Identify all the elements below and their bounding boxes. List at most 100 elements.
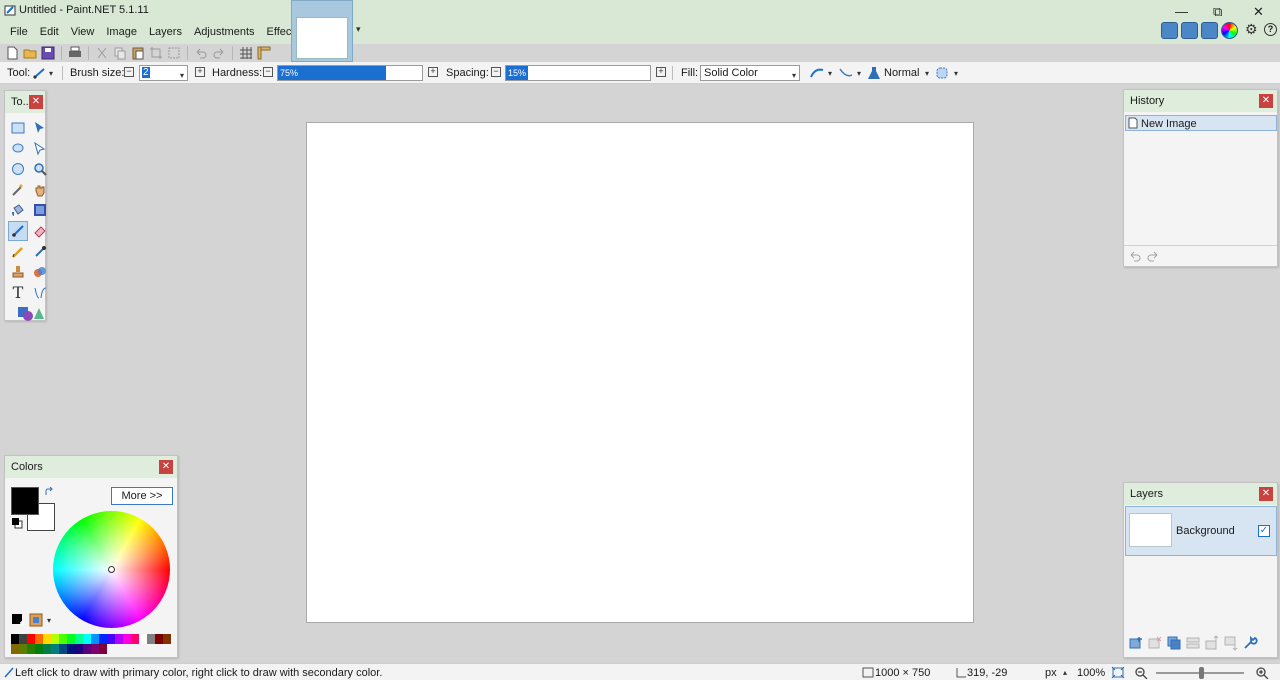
paintbrush-tool-icon[interactable]	[33, 67, 47, 79]
swap-colors-icon[interactable]	[44, 487, 54, 497]
magic-wand-tool-icon[interactable]	[8, 180, 28, 200]
lasso-select-tool-icon[interactable]	[8, 139, 28, 159]
zoom-in-icon[interactable]	[1255, 666, 1269, 679]
palette-swatch[interactable]	[131, 634, 139, 644]
close-button[interactable]: ✕	[1253, 4, 1264, 20]
palette-swatch[interactable]	[35, 644, 43, 654]
settings-gear-icon[interactable]: ⚙	[1245, 21, 1258, 38]
palette-swatch[interactable]	[83, 644, 91, 654]
open-folder-icon[interactable]	[22, 45, 38, 61]
hardness-slider[interactable]: 75%	[277, 65, 423, 81]
tools-panel-close-icon[interactable]: ✕	[29, 95, 43, 109]
line-curve-tool-icon[interactable]	[30, 283, 50, 303]
palette-menu-icon[interactable]	[29, 613, 43, 627]
history-item[interactable]: New Image	[1125, 115, 1277, 131]
gradient-tool-icon[interactable]	[30, 200, 50, 220]
layer-properties-icon[interactable]	[1242, 635, 1258, 651]
palette-swatch[interactable]	[91, 644, 99, 654]
minimize-button[interactable]: —	[1175, 4, 1188, 19]
reset-colors-icon[interactable]	[11, 517, 23, 529]
delete-layer-icon[interactable]	[1147, 635, 1163, 651]
menu-layers[interactable]: Layers	[143, 24, 188, 40]
history-undo-icon[interactable]	[1128, 250, 1142, 262]
paste-icon[interactable]	[130, 45, 146, 61]
zoom-tool-icon[interactable]	[30, 159, 50, 179]
pixel-grid-icon[interactable]	[238, 45, 254, 61]
deselect-icon[interactable]	[166, 45, 182, 61]
clone-stamp-tool-icon[interactable]	[8, 262, 28, 282]
paintbrush-tool-icon[interactable]	[8, 220, 28, 241]
palette-swatch[interactable]	[163, 634, 171, 644]
blend-mode-value[interactable]: Normal	[884, 67, 919, 79]
image-canvas[interactable]	[306, 122, 974, 623]
palette-swatch[interactable]	[43, 644, 51, 654]
move-layer-down-icon[interactable]	[1223, 635, 1239, 651]
zoom-level[interactable]: 100%	[1077, 667, 1105, 679]
alpha-blending-dropdown-icon[interactable]: ▾	[857, 69, 861, 78]
palette-swatch[interactable]	[51, 634, 59, 644]
selection-clipping-icon[interactable]	[935, 66, 949, 80]
rulers-icon[interactable]	[256, 45, 272, 61]
zoom-out-icon[interactable]	[1134, 666, 1148, 679]
save-icon[interactable]	[40, 45, 56, 61]
palette-swatch[interactable]	[59, 634, 67, 644]
pencil-tool-icon[interactable]	[8, 242, 28, 262]
palette-swatch[interactable]	[11, 644, 19, 654]
palette-swatch[interactable]	[11, 634, 19, 644]
blend-mode-dropdown-icon[interactable]: ▾	[925, 69, 929, 78]
more-colors-button[interactable]: More >>	[111, 487, 173, 505]
colors-panel-close-icon[interactable]: ✕	[159, 460, 173, 474]
color-picker-tool-icon[interactable]	[30, 242, 50, 262]
restore-button[interactable]: ⧉	[1213, 4, 1222, 20]
hardness-increase-icon[interactable]: +	[428, 67, 438, 77]
palette-swatch[interactable]	[123, 634, 131, 644]
menu-adjustments[interactable]: Adjustments	[188, 24, 261, 40]
tool-dropdown-icon[interactable]: ▾	[49, 69, 53, 78]
palette-swatch[interactable]	[67, 634, 75, 644]
palette-swatch[interactable]	[67, 644, 75, 654]
fill-select[interactable]: Solid Color ▾	[700, 65, 800, 81]
palette-swatch[interactable]	[99, 644, 107, 654]
zoom-to-window-icon[interactable]	[1111, 666, 1125, 679]
menu-file[interactable]: File	[4, 24, 34, 40]
spacing-increase-icon[interactable]: +	[656, 67, 666, 77]
spacing-slider[interactable]: 15%	[505, 65, 651, 81]
history-panel-close-icon[interactable]: ✕	[1259, 94, 1273, 108]
move-selection-tool-icon[interactable]	[30, 139, 50, 159]
merge-layer-down-icon[interactable]	[1185, 635, 1201, 651]
layers-window-toggle-icon[interactable]	[1201, 22, 1218, 39]
move-selected-pixels-tool-icon[interactable]	[30, 118, 50, 138]
copy-icon[interactable]	[112, 45, 128, 61]
tools-window-toggle-icon[interactable]	[1161, 22, 1178, 39]
colors-window-toggle-icon[interactable]	[1221, 22, 1238, 39]
palette-swatch[interactable]	[35, 634, 43, 644]
palette-swatch[interactable]	[155, 634, 163, 644]
crop-to-selection-icon[interactable]	[148, 45, 164, 61]
palette-swatch[interactable]	[115, 634, 123, 644]
redo-icon[interactable]	[211, 45, 227, 61]
palette-swatch[interactable]	[19, 634, 27, 644]
alpha-blending-icon[interactable]	[838, 66, 854, 80]
primary-color-swatch[interactable]	[11, 487, 39, 515]
history-redo-icon[interactable]	[1146, 250, 1160, 262]
rectangle-select-tool-icon[interactable]	[8, 118, 28, 138]
menu-view[interactable]: View	[65, 24, 101, 40]
recolor-tool-icon[interactable]	[30, 262, 50, 282]
antialiasing-dropdown-icon[interactable]: ▾	[828, 69, 832, 78]
palette-swatch[interactable]	[99, 634, 107, 644]
menu-image[interactable]: Image	[100, 24, 143, 40]
brush-size-input[interactable]: 2 ▾	[139, 65, 188, 81]
palette-swatch[interactable]	[19, 644, 27, 654]
shapes-tool-icon[interactable]	[8, 303, 50, 323]
eraser-tool-icon[interactable]	[30, 221, 50, 241]
palette-swatch[interactable]	[91, 634, 99, 644]
add-to-palette-icon[interactable]	[11, 613, 25, 627]
units-dropdown-icon[interactable]: ▴	[1063, 668, 1067, 677]
history-window-toggle-icon[interactable]	[1181, 22, 1198, 39]
palette-swatch[interactable]	[51, 644, 59, 654]
antialiasing-icon[interactable]	[809, 66, 825, 80]
duplicate-layer-icon[interactable]	[1166, 635, 1182, 651]
brush-size-increase-icon[interactable]: +	[195, 67, 205, 77]
units-select[interactable]: px	[1045, 667, 1057, 679]
palette-swatch[interactable]	[83, 634, 91, 644]
